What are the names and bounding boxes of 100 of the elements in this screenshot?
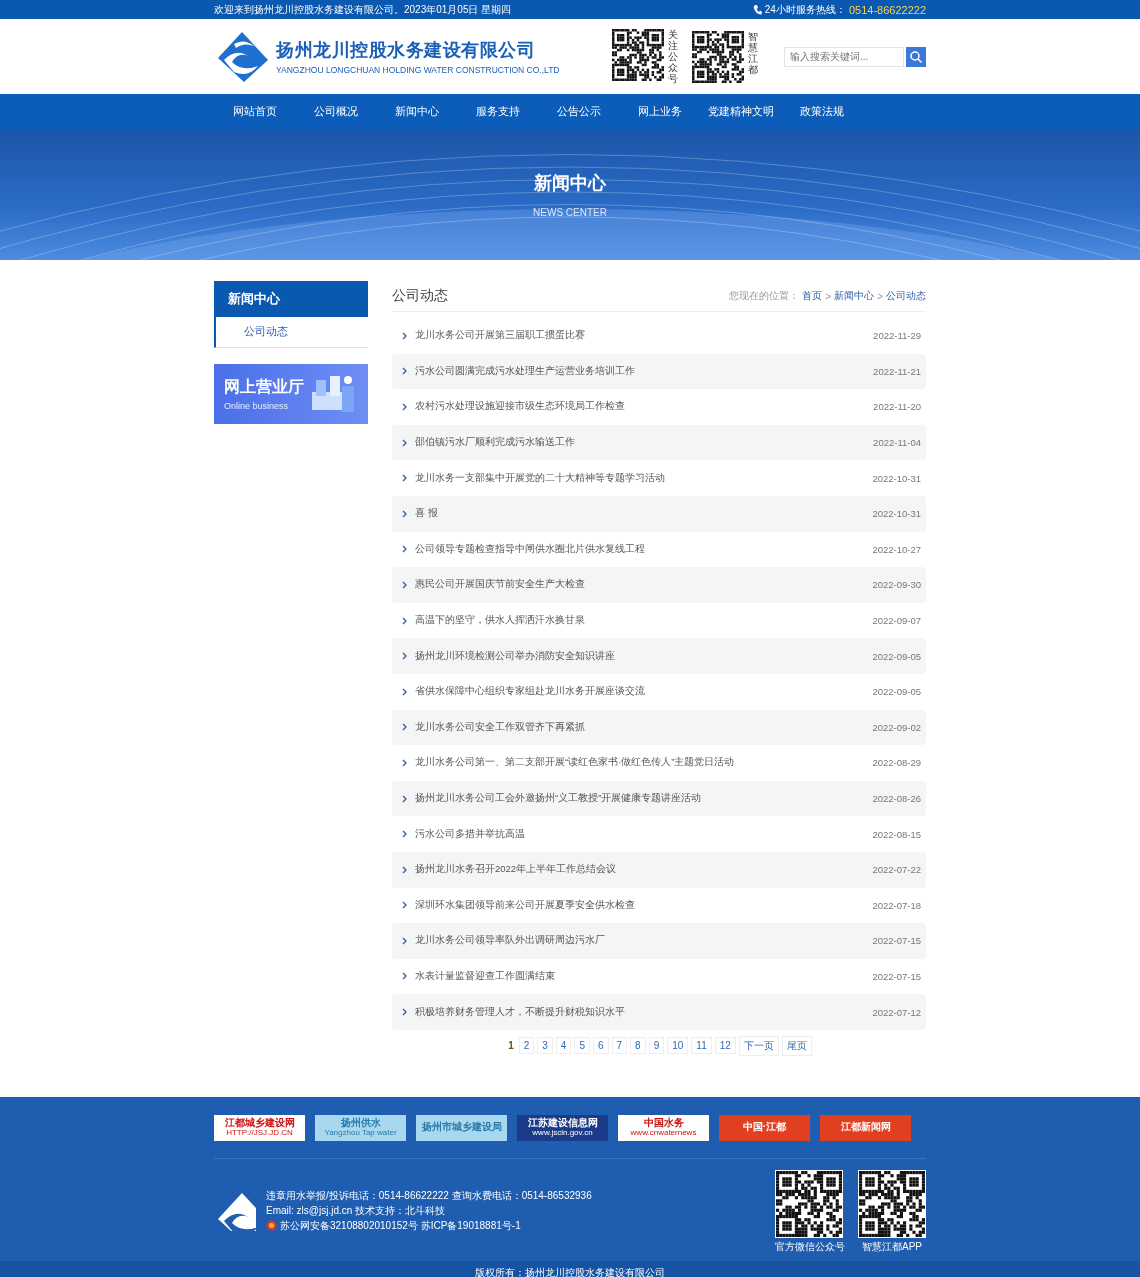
news-date: 2022-07-15 [872,935,921,947]
news-title-link[interactable]: 喜 报 [415,507,865,521]
news-date: 2022-09-05 [872,686,921,698]
pagination-link[interactable]: 5 [574,1037,590,1055]
pagination-link[interactable]: 12 [714,1037,736,1055]
nav-link[interactable]: 网站首页 [214,94,295,129]
chevron-right-icon [402,403,407,411]
chevron-right-icon [402,616,407,625]
chevron-right-icon [402,1008,407,1017]
pagination-link[interactable]: 尾页 [781,1035,812,1056]
pagination-link[interactable]: 11 [691,1037,712,1055]
online-business-banner[interactable]: 网上营业厅 Online business [214,364,368,424]
pagination-link[interactable]: 下一页 [738,1035,779,1056]
qr-code [692,30,744,83]
partner-site-link[interactable]: 中国·江都 [719,1114,810,1141]
pagination-link[interactable]: 8 [630,1037,646,1055]
news-title-link[interactable]: 水表计量监督迎查工作圆满结束 [415,970,865,983]
news-title-link[interactable]: 高温下的坚守，供水人挥洒汗水换甘泉 [415,614,865,628]
contact-text: 违章用水举报/投诉电话：0514-86622222 查询水费电话：0514-86532936 [266,1189,592,1203]
pagination-link[interactable]: 2 [518,1037,535,1055]
news-title-link[interactable]: 污水公司圆满完成污水处理生产运营业务培训工作 [415,364,866,378]
news-title-link[interactable]: 省供水保障中心组织专家组赴龙川水务开展座谈交流 [415,685,865,699]
nav-link[interactable]: 政策法规 [781,94,862,129]
nav-link[interactable]: 服务支持 [457,94,538,129]
news-title-link[interactable]: 扬州龙川水务公司工会外邀扬州“义工教授”开展健康专题讲座活动 [415,792,865,805]
banner-subtitle: NEWS CENTER [533,207,607,218]
contact-text: 苏公网安备32108802010152号 苏ICP备19018881号-1 [280,1219,521,1233]
pagination-link[interactable]: 10 [667,1037,689,1055]
chevron-right-icon [402,652,407,661]
breadcrumb-label: 您现在的位置： [729,289,800,303]
news-title-link[interactable]: 龙川水务公司第一、第二支部开展“读红色家书·做红色传人”主题党日活动 [415,756,865,770]
partner-site-link[interactable]: 江都新闻网 [820,1114,911,1141]
news-title-link[interactable]: 邵伯镇污水厂顺利完成污水输送工作 [415,436,866,450]
news-title-link[interactable]: 扬州龙川环境检测公司举办消防安全知识讲座 [415,649,865,663]
nav-link[interactable]: 公司概况 [295,94,376,129]
news-date: 2022-11-04 [873,437,921,449]
qr-code [612,29,664,81]
nav-link[interactable]: 公告公示 [538,94,619,129]
search-field[interactable]: 输入搜索关键词... [784,46,904,67]
news-title-link[interactable]: 农村污水处理设施迎接市级生态环境局工作检查 [415,400,866,414]
contact-text: Email: zls@jsj.jd.cn 技术支持：北斗科技 [266,1204,446,1218]
qr-caption: 关注公众号 [668,29,678,84]
news-date: 2022-11-20 [873,401,921,413]
news-date: 2022-08-26 [872,793,921,804]
copyright-text: 版权所有：扬州龙川控股水务建设有限公司 [475,1267,665,1277]
news-date: 2022-09-07 [872,615,921,627]
section-title: 公司动态 [392,287,448,305]
partner-site-link[interactable]: 江苏建设信息网 www.jscin.gov.cn [517,1114,608,1141]
company-name: 扬州龙川控股水务建设有限公司 [276,39,536,62]
nav-link[interactable]: 网上业务 [619,94,700,129]
news-date: 2022-10-27 [872,543,921,555]
news-title-link[interactable]: 扬州龙川水务召开2022年上半年工作总结会议 [415,863,865,877]
chevron-right-icon [402,331,407,340]
news-date: 2022-11-29 [873,330,921,342]
chevron-right-icon [402,367,407,376]
police-badge-icon [266,1220,277,1231]
news-title-link[interactable]: 惠民公司开展国庆节前安全生产大检查 [415,578,865,592]
nav-link[interactable]: 新闻中心 [376,94,457,129]
news-title-link[interactable]: 龙川水务公司领导率队外出调研周边污水厂 [415,934,865,948]
chevron-right-icon [402,936,407,945]
news-title-link[interactable]: 深圳环水集团领导前来公司开展夏季安全供水检查 [415,898,865,912]
chevron-right-icon [402,545,407,554]
hotline-number: 0514-86622222 [848,3,926,16]
qr-code [858,1170,926,1238]
news-title-link[interactable]: 公司领导专题检查指导中闸供水圈北片供水复线工程 [415,542,865,556]
news-title-link[interactable]: 龙川水务一支部集中开展党的二十大精神等专题学习活动 [415,471,865,485]
breadcrumb-link[interactable]: 公司动态 [886,289,926,303]
news-title-link[interactable]: 积极培养财务管理人才，不断提升财税知识水平 [415,1005,865,1019]
pagination-link[interactable]: 3 [537,1037,553,1055]
sidebar-item[interactable]: 公司动态 [214,317,368,348]
chevron-right-icon [402,687,407,696]
news-title-link[interactable]: 龙川水务公司安全工作双管齐下再紧抓 [415,720,865,734]
sidebar-title: 新闻中心 [214,281,368,317]
partner-site-link[interactable]: 江都城乡建设网 HTTP://JSJ.JD.CN [214,1114,305,1141]
pagination-link[interactable]: 7 [611,1037,628,1055]
breadcrumb-link[interactable]: 新闻中心 [834,289,875,303]
pagination-link[interactable]: 6 [592,1037,609,1055]
qr-caption: 智慧江都 [748,30,758,75]
partner-site-link[interactable]: 中国水务 www.cnwaternews [618,1114,709,1141]
chevron-right-icon [402,758,407,767]
news-date: 2022-08-29 [872,757,921,769]
pagination-link[interactable]: 1 [506,1037,516,1055]
partner-site-link[interactable]: 扬州供水 Yangzhou Tap water [315,1114,406,1141]
news-date: 2022-09-02 [872,721,921,733]
breadcrumb-separator: > [825,290,832,302]
pagination-link[interactable]: 4 [555,1037,572,1055]
search-button[interactable] [906,46,926,67]
news-date: 2022-10-31 [872,472,921,484]
nav-link[interactable]: 党建精神文明 [700,94,781,129]
breadcrumb-link[interactable]: 首页 [802,289,823,303]
qr-code [775,1170,843,1238]
news-date: 2022-10-31 [872,508,921,520]
news-title-link[interactable]: 污水公司多措并举抗高温 [415,827,865,841]
qr-caption: 官方微信公众号 [775,1240,845,1254]
pagination-link[interactable]: 9 [648,1037,665,1055]
welcome-text: 欢迎来到扬州龙川控股水务建设有限公司。2023年01月05日 星期四 [214,2,512,17]
news-title-link[interactable]: 龙川水务公司开展第三届职工掼蛋比赛 [415,329,866,343]
chevron-right-icon [402,865,407,874]
search-icon [910,50,922,63]
promo-subtitle: Online business [224,401,290,411]
